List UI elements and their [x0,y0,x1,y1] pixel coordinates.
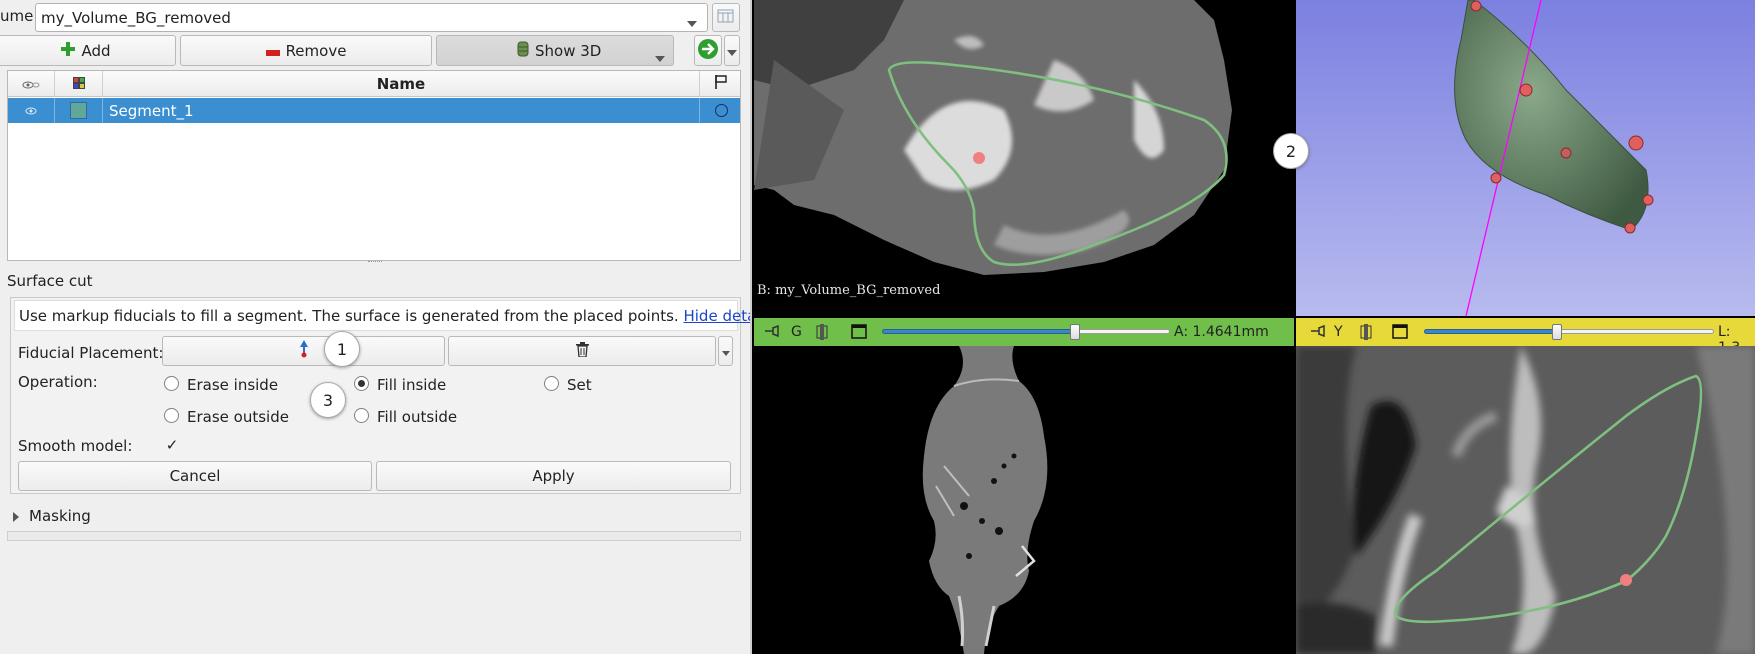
slice-view-green[interactable] [754,346,1294,654]
chevron-down-icon [727,42,737,60]
eye-icon [22,75,40,93]
volume-label: ume: [0,7,39,25]
fiducial-placement-label: Fiducial Placement: [18,344,164,362]
flag-icon [715,75,727,93]
remove-label: Remove [285,41,347,60]
masking-collapsed-frame [7,531,741,541]
arrow-right-icon [697,38,719,64]
masking-section-title[interactable]: Masking [29,507,91,525]
set-radio[interactable] [544,376,559,391]
fill-inside-radio[interactable] [354,376,369,391]
link-icon[interactable] [1358,324,1374,344]
yellow-view-letter: Y [1334,324,1343,340]
set-label[interactable]: Set [567,376,592,394]
cancel-button[interactable]: Cancel [18,461,372,491]
apply-button[interactable]: Apply [376,461,731,491]
yellow-slice-slider[interactable] [1424,324,1714,340]
ct-slice-image [754,0,1232,275]
pin-icon[interactable] [764,324,780,342]
cube-3d-icon [517,41,529,61]
minus-icon [265,42,280,60]
callout-1: 1 [324,331,360,367]
green-view-letter: G [791,324,802,340]
fiducial-point[interactable] [973,152,985,164]
pin-icon[interactable] [1310,324,1326,342]
ct-sagittal-image [1296,346,1755,654]
color-swatch [70,102,87,119]
smooth-model-checkbox[interactable]: ✓ [164,437,180,453]
visibility-toggle[interactable] [8,98,55,123]
green-slice-controller: G A: 1.4641mm [754,318,1294,346]
delete-fiducials-button[interactable] [448,336,716,366]
segments-table: Name Segment_1 [7,70,741,264]
master-volume-settings-button[interactable] [712,3,740,32]
segment-name-cell[interactable]: Segment_1 [103,98,700,123]
status-circle-icon [714,104,728,117]
maximize-view-icon[interactable] [1392,324,1408,343]
hide-details-link[interactable]: Hide details. [683,307,750,325]
add-label: Add [81,41,111,60]
segment-status-cell[interactable] [700,98,742,123]
green-slice-offset: A: 1.4641mm [1174,324,1269,340]
callout-3: 3 [310,382,346,418]
erase-inside-label[interactable]: Erase inside [187,376,278,394]
splitter-handle[interactable] [368,261,382,264]
visibility-column-header[interactable] [8,71,55,97]
chevron-down-icon [721,342,730,360]
segment-editor-panel: ume: my_Volume_BG_removed Add Remove Sho… [0,0,752,654]
trash-icon [575,341,589,361]
callout-2: 2 [1273,133,1309,169]
status-column-header[interactable] [700,71,742,97]
place-point-icon [299,340,309,362]
next-step-menu-button[interactable] [724,35,740,66]
chevron-down-icon [655,48,665,66]
segment-color-swatch[interactable] [55,98,103,123]
slice-view-yellow[interactable] [1296,346,1755,654]
name-column-header[interactable]: Name [103,71,700,97]
volume-selector-value: my_Volume_BG_removed [41,9,231,27]
color-grid-icon [72,75,85,93]
slice-view-top[interactable]: B: my_Volume_BG_removed [754,0,1294,316]
add-segment-button[interactable]: Add [0,35,176,66]
volume-selector[interactable]: my_Volume_BG_removed [35,3,708,32]
chevron-down-icon [687,15,697,31]
surface-cut-title: Surface cut [7,272,93,290]
table-header: Name [8,71,740,97]
surface-cut-options: Use markup fiducials to fill a segment. … [10,297,750,494]
yellow-slice-controller: Y L: 1.3 [1296,318,1755,356]
operation-label: Operation: [18,373,98,391]
3d-view[interactable] [1296,0,1755,316]
next-step-button[interactable] [694,35,722,66]
masking-expand-arrow[interactable] [13,510,19,526]
ct-coronal-image [922,346,1048,654]
green-slice-slider[interactable] [882,324,1170,340]
place-fiducial-button[interactable] [162,336,445,366]
help-text-box: Use markup fiducials to fill a segment. … [14,300,750,331]
fiducial-point[interactable] [1620,574,1632,586]
fiducial-menu-button[interactable] [718,336,733,366]
erase-outside-label[interactable]: Erase outside [187,408,289,426]
view-caption: B: my_Volume_BG_removed [757,283,941,298]
table-row[interactable]: Segment_1 [8,98,740,123]
color-column-header[interactable] [55,71,103,97]
plus-icon [61,41,76,60]
show-3d-label: Show 3D [535,41,602,60]
show-3d-button[interactable]: Show 3D [436,35,674,66]
maximize-view-icon[interactable] [851,324,867,343]
eye-icon [25,103,37,119]
erase-outside-radio[interactable] [164,408,179,423]
erase-inside-radio[interactable] [164,376,179,391]
help-description: Use markup fiducials to fill a segment. … [19,307,679,325]
fill-inside-label[interactable]: Fill inside [377,376,446,394]
fill-outside-radio[interactable] [354,408,369,423]
smooth-model-label: Smooth model: [18,437,133,455]
link-icon[interactable] [814,324,830,344]
3d-model-render [1296,0,1755,316]
remove-segment-button[interactable]: Remove [180,35,432,66]
calendar-grid-icon [717,8,735,28]
fill-outside-label[interactable]: Fill outside [377,408,457,426]
